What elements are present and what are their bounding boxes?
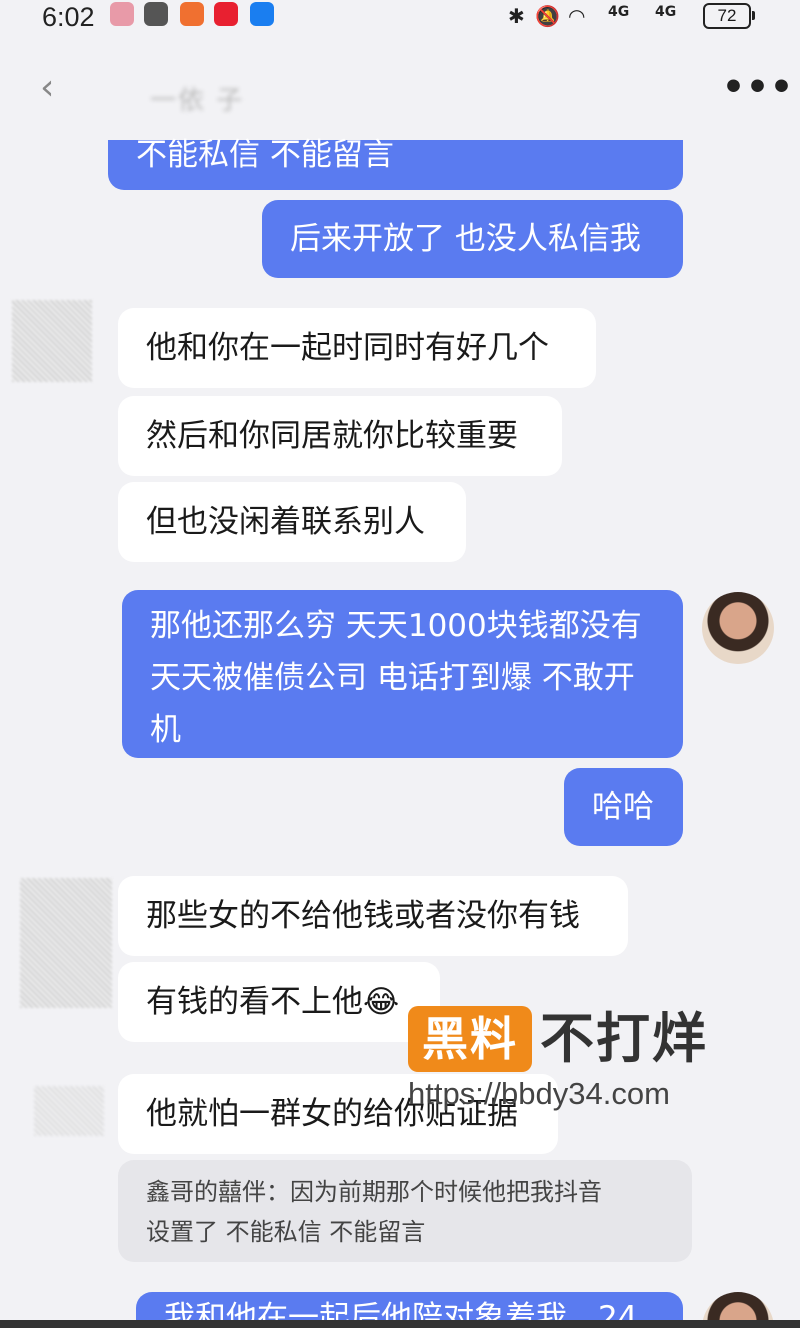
watermark: 黑料 不打烊 https://bbdy34.com <box>408 1006 768 1111</box>
message-text: 后来开放了 也没人私信我 <box>290 221 641 257</box>
tiktok-icon <box>144 2 168 26</box>
message-bubble-outgoing[interactable]: 不能私信 不能留言 <box>108 140 683 190</box>
message-bubble-incoming[interactable]: 有钱的看不上他😂 <box>118 962 440 1042</box>
message-text: 他和你在一起时同时有好几个 <box>146 330 549 366</box>
message-bubble-incoming[interactable]: 然后和你同居就你比较重要 <box>118 396 562 476</box>
app-notification-icon <box>110 2 134 26</box>
message-text: 哈哈 <box>592 789 654 825</box>
signal-icon: 4G <box>608 4 630 20</box>
quote-line: 设置了 不能私信 不能留言 <box>146 1218 426 1246</box>
battery-icon: 72 <box>703 3 755 29</box>
message-text: 那些女的不给他钱或者没你有钱 <box>146 898 580 934</box>
message-bubble-outgoing[interactable]: 哈哈 <box>564 768 683 846</box>
quote-line: 鑫哥的囍伴：因为前期那个时候他把我抖音 <box>146 1178 602 1206</box>
watermark-badge: 黑料 <box>408 1006 532 1072</box>
message-text: 但也没闲着联系别人 <box>146 504 425 540</box>
chat-title: 一依 子 <box>150 86 245 116</box>
taobao-icon <box>180 2 204 26</box>
message-text: 那他还那么穷 天天1000块钱都没有 <box>150 608 642 644</box>
mute-icon: 🔕 <box>535 4 560 28</box>
watermark-url: https://bbdy34.com <box>408 1076 670 1111</box>
more-icon[interactable]: ••• <box>722 67 794 108</box>
quoted-message[interactable]: 鑫哥的囍伴：因为前期那个时候他把我抖音 设置了 不能私信 不能留言 <box>118 1160 692 1262</box>
message-text: 然后和你同居就你比较重要 <box>146 418 518 454</box>
clock: 6:02 <box>42 2 95 32</box>
avatar[interactable] <box>702 592 774 664</box>
bottom-bar <box>0 1320 800 1328</box>
message-bubble-incoming[interactable]: 但也没闲着联系别人 <box>118 482 466 562</box>
signal-icon: 4G <box>655 4 677 20</box>
back-icon[interactable]: ‹ <box>40 67 54 108</box>
avatar[interactable] <box>20 878 112 1008</box>
chat-header: ‹ 一依 子 ••• <box>0 55 800 135</box>
wifi-icon: ◠ <box>568 4 586 28</box>
message-text: 有钱的看不上他😂 <box>146 984 400 1020</box>
avatar[interactable] <box>12 300 92 382</box>
app-icon <box>214 2 238 26</box>
app-icon <box>250 2 274 26</box>
message-bubble-incoming[interactable]: 那些女的不给他钱或者没你有钱 <box>118 876 628 956</box>
message-bubble-outgoing[interactable]: 后来开放了 也没人私信我 <box>262 200 683 278</box>
bluetooth-icon: ✱ <box>508 4 525 28</box>
message-bubble-incoming[interactable]: 他和你在一起时同时有好几个 <box>118 308 596 388</box>
message-text: 天天被催债公司 电话打到爆 不敢开 <box>150 660 635 696</box>
status-bar: 6:02 ✱ 🔕 ◠ 4G 4G 72 <box>0 0 800 44</box>
message-bubble-outgoing[interactable]: 那他还那么穷 天天1000块钱都没有 天天被催债公司 电话打到爆 不敢开 机 <box>122 590 683 758</box>
message-text: 机 <box>150 712 181 748</box>
watermark-text: 不打烊 <box>540 1007 708 1070</box>
avatar[interactable] <box>34 1086 104 1136</box>
message-text: 不能私信 不能留言 <box>136 137 394 173</box>
